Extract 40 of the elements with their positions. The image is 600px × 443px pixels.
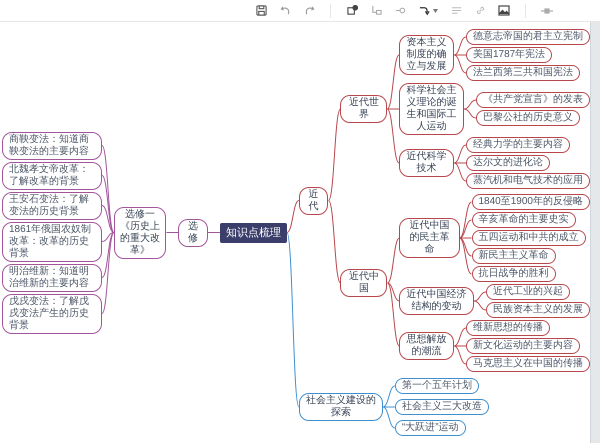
leaf-topic[interactable]: 抗日战争的胜利 <box>472 266 556 282</box>
topic-node[interactable]: 近代中国 <box>340 269 388 297</box>
leaf-topic[interactable]: 蒸汽机和电气技术的应用 <box>466 173 590 189</box>
topic-node[interactable]: 近代世界 <box>340 95 388 123</box>
leaf-topic[interactable]: 新民主主义革命 <box>472 248 556 264</box>
leaf-topic[interactable]: 戊戌变法：了解戊戌变法产生的历史背景 <box>2 294 102 334</box>
leaf-topic[interactable]: 美国1787年宪法 <box>466 47 552 63</box>
leaf-topic[interactable]: 《共产党宣言》的发表 <box>476 92 590 108</box>
topic-node[interactable]: 思想解放的潮流 <box>399 332 454 360</box>
leaf-topic[interactable]: 王安石变法：了解变法的历史背景 <box>2 192 102 220</box>
leaf-topic[interactable]: 商鞅变法：知道商鞅变法的主要内容 <box>2 132 102 160</box>
central-topic[interactable]: 知识点梳理 <box>220 222 287 242</box>
leaf-topic[interactable]: 北魏孝文帝改革：了解改革的背景 <box>2 162 102 190</box>
leaf-topic[interactable]: 第一个五年计划 <box>394 378 479 394</box>
leaf-topic[interactable]: 社会主义三大改造 <box>394 399 489 415</box>
leaf-topic[interactable]: 巴黎公社的历史意义 <box>476 110 580 126</box>
topic-node[interactable]: 科学社会主义理论的诞生和国际工人运动 <box>399 83 464 135</box>
leaf-topic[interactable]: 经典力学的主要内容 <box>466 137 570 153</box>
topic-node[interactable]: 社会主义建设的探索 <box>298 393 383 421</box>
leaf-topic[interactable]: 辛亥革命的主要史实 <box>472 212 576 228</box>
topic-node[interactable]: 近代科学技术 <box>399 149 454 177</box>
leaf-topic[interactable]: 五四运动和中共的成立 <box>472 230 586 246</box>
leaf-topic[interactable]: 德意志帝国的君主立宪制 <box>466 29 590 45</box>
topic-node[interactable]: 选修一《历史上的重大改革》 <box>114 206 166 258</box>
leaf-topic[interactable]: 1861年俄国农奴制改革：改革的历史背景 <box>2 222 102 262</box>
leaf-topic[interactable]: 1840至1900年的反侵略 <box>472 194 590 210</box>
leaf-topic[interactable]: 近代工业的兴起 <box>486 284 570 300</box>
leaf-topic[interactable]: 维新思想的传播 <box>466 320 550 336</box>
leaf-topic[interactable]: 达尔文的进化论 <box>466 155 550 171</box>
leaf-topic[interactable]: 新文化运动的主要内容 <box>466 338 580 354</box>
topic-node[interactable]: 近代中国经济结构的变动 <box>399 287 474 315</box>
topic-node[interactable]: 资本主义制度的确立与发展 <box>399 35 454 75</box>
leaf-topic[interactable]: 法兰西第三共和国宪法 <box>466 65 580 81</box>
leaf-topic[interactable]: 马克思主义在中国的传播 <box>466 356 590 372</box>
topic-node[interactable]: 选修 <box>178 218 208 246</box>
leaf-topic[interactable]: 明治维新：知道明治维新的主要内容 <box>2 264 102 292</box>
leaf-topic[interactable]: “大跃进”运动 <box>394 420 466 436</box>
topic-node[interactable]: 近代 <box>298 186 328 214</box>
topic-node[interactable]: 近代中国的民主革命 <box>399 218 460 258</box>
leaf-topic[interactable]: 民族资本主义的发展 <box>486 302 590 318</box>
